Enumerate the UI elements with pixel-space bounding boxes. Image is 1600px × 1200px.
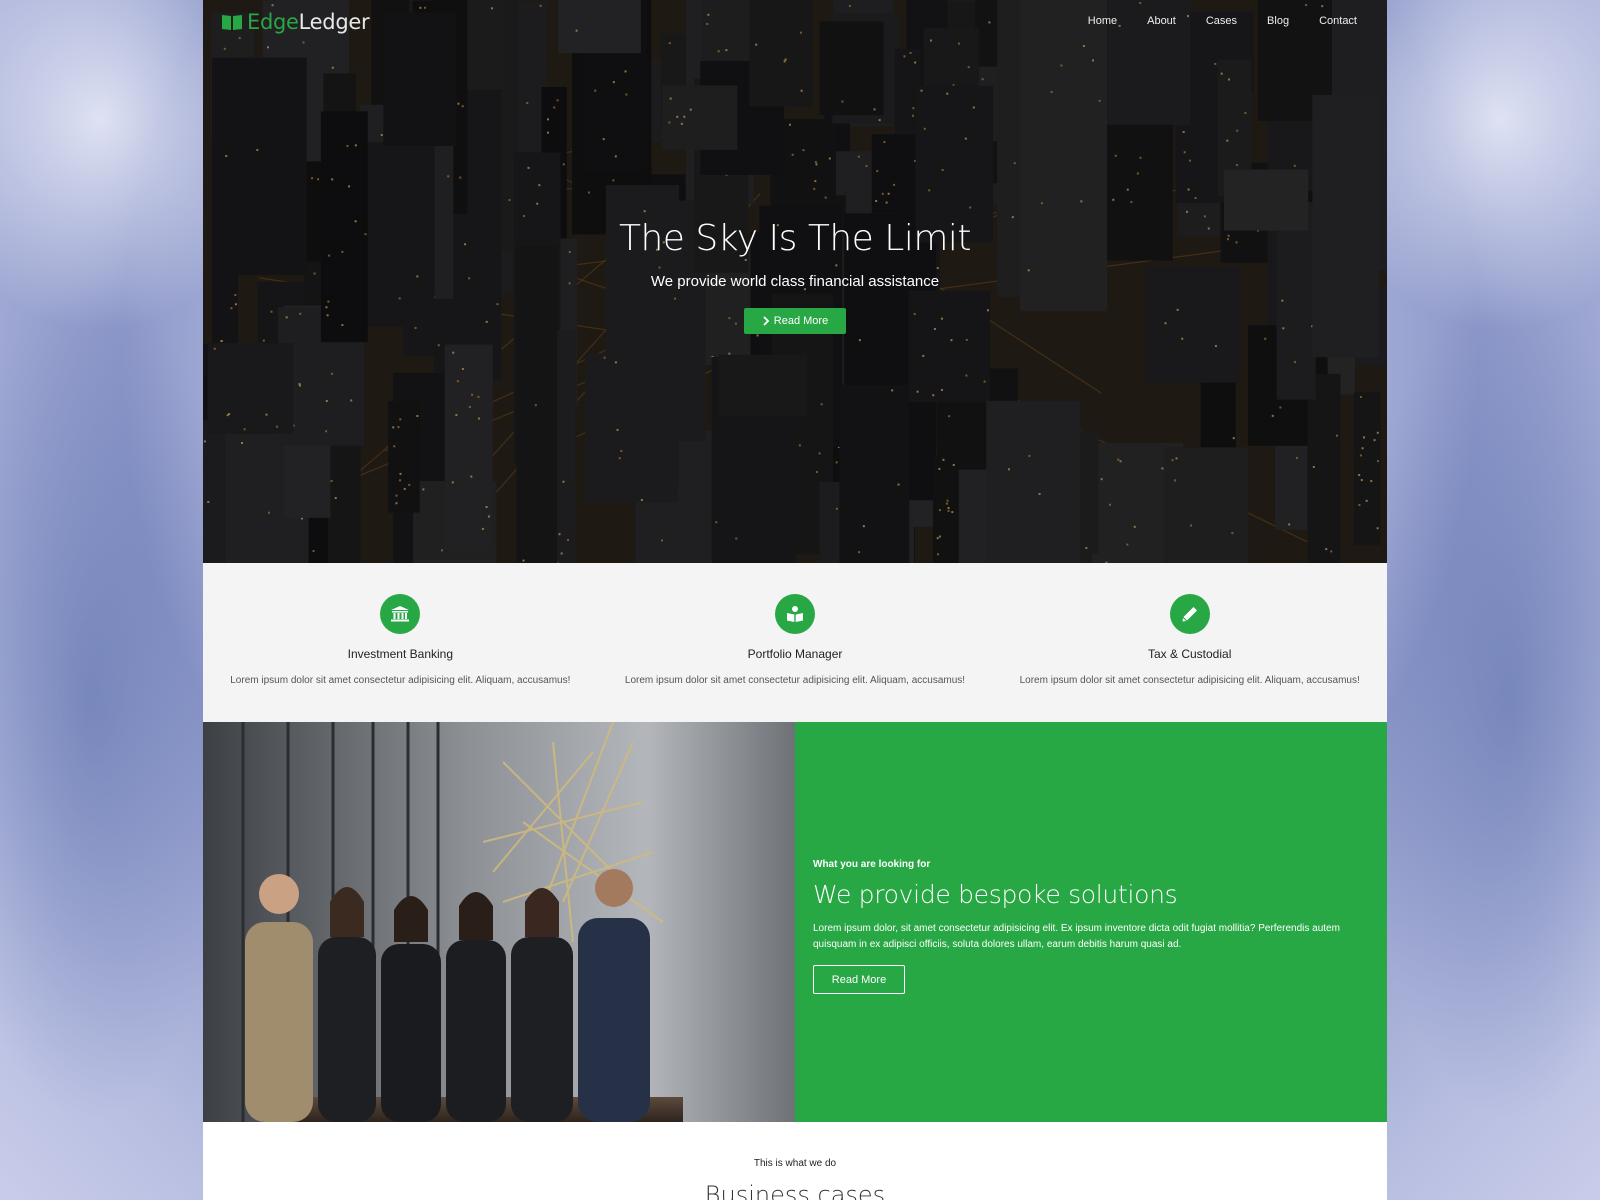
team-photo — [203, 722, 795, 1122]
feature-title: Tax & Custodial — [1147, 647, 1232, 661]
cases-kicker: This is what we do — [753, 1158, 837, 1169]
feature-text: Lorem ipsum dolor sit amet consectetur a… — [624, 675, 966, 686]
brand-logo[interactable]: EdgeLedger — [221, 10, 370, 34]
chevron-right-icon — [763, 316, 770, 326]
solutions-panel: What you are looking for We provide besp… — [795, 722, 1387, 1122]
feature-investment-banking: Investment Banking Lorem ipsum dolor sit… — [203, 563, 598, 722]
feature-text: Lorem ipsum dolor sit amet consectetur a… — [1019, 675, 1360, 686]
solutions-title: We provide bespoke solutions — [813, 880, 1178, 909]
brand-name-part1: Edge — [247, 10, 299, 34]
nav-blog[interactable]: Blog — [1267, 15, 1289, 27]
book-icon — [222, 15, 242, 30]
solutions-kicker: What you are looking for — [813, 859, 931, 870]
business-cases-section: This is what we do Business cases — [203, 1122, 1387, 1200]
feature-portfolio-manager: Portfolio Manager Lorem ipsum dolor sit … — [598, 563, 993, 722]
features-section: Investment Banking Lorem ipsum dolor sit… — [203, 563, 1387, 722]
nav-cases[interactable]: Cases — [1206, 15, 1237, 27]
cases-title: Business cases — [704, 1181, 886, 1200]
solutions-read-more-button[interactable]: Read More — [813, 965, 905, 994]
hero-content: The Sky Is The Limit We provide world cl… — [203, 218, 1387, 334]
nav-about[interactable]: About — [1147, 15, 1176, 27]
book-reader-icon — [775, 594, 815, 634]
main-nav: Home About Cases Blog Contact — [1088, 15, 1357, 27]
feature-tax-custodial: Tax & Custodial Lorem ipsum dolor sit am… — [992, 563, 1387, 722]
feature-text: Lorem ipsum dolor sit amet consectetur a… — [230, 675, 571, 686]
navbar: EdgeLedger Home About Cases Blog Contact — [203, 0, 1387, 44]
bank-icon — [380, 594, 421, 634]
hero-section: EdgeLedger Home About Cases Blog Contact… — [203, 0, 1387, 563]
hero-button-label: Read More — [773, 315, 829, 327]
solutions-section: What you are looking for We provide besp… — [203, 722, 1387, 1122]
hero-subtitle: We provide world class financial assista… — [650, 273, 940, 290]
hero-read-more-button[interactable]: Read More — [743, 308, 847, 334]
nav-home[interactable]: Home — [1088, 15, 1117, 27]
web-page: EdgeLedger Home About Cases Blog Contact… — [203, 0, 1387, 1200]
hero-title: The Sky Is The Limit — [618, 218, 972, 259]
pencil-icon — [1169, 594, 1210, 634]
feature-title: Investment Banking — [347, 647, 454, 661]
solutions-text: Lorem ipsum dolor, sit amet consectetur … — [813, 923, 1340, 950]
nav-contact[interactable]: Contact — [1319, 15, 1357, 27]
feature-title: Portfolio Manager — [747, 647, 843, 661]
brand-name-part2: Ledger — [298, 10, 370, 34]
